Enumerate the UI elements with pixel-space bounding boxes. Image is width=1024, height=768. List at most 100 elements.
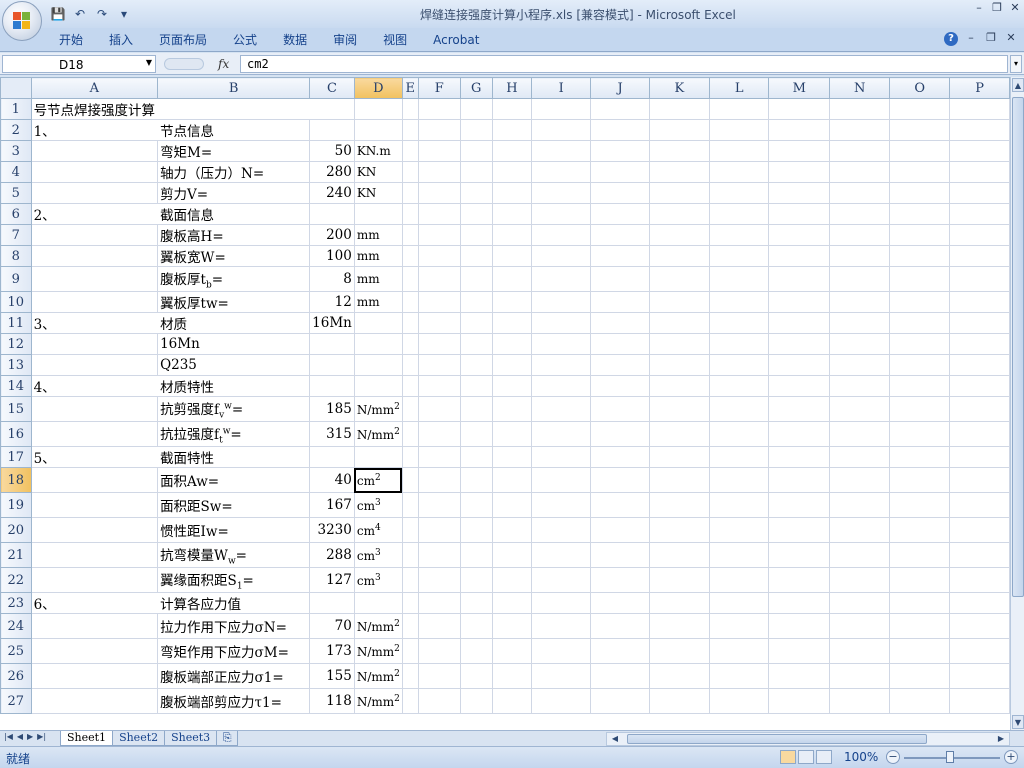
minimize-button[interactable]: – <box>972 2 986 16</box>
cell-d[interactable]: cm3 <box>353 567 403 593</box>
cell-j[interactable] <box>590 542 650 568</box>
cell-b[interactable]: 剪力V= <box>157 182 311 204</box>
cell-e[interactable] <box>401 375 419 397</box>
cell-g[interactable] <box>459 119 493 141</box>
cell-h[interactable] <box>491 638 533 664</box>
cell-p[interactable] <box>949 354 1010 376</box>
cell-l[interactable] <box>708 161 770 183</box>
cell-l[interactable] <box>708 98 770 120</box>
cell-m[interactable] <box>768 592 831 614</box>
cell-o[interactable] <box>889 638 951 664</box>
cell-k[interactable] <box>648 98 710 120</box>
row-header[interactable]: 16 <box>0 421 32 447</box>
cell-b[interactable]: 翼板宽W= <box>157 245 311 267</box>
cell-f[interactable] <box>417 98 461 120</box>
cell-m[interactable] <box>768 567 831 593</box>
cell-l[interactable] <box>708 182 770 204</box>
cell-n[interactable] <box>829 224 891 246</box>
cell-p[interactable] <box>949 98 1010 120</box>
column-header-p[interactable]: P <box>949 77 1010 99</box>
cell-p[interactable] <box>949 542 1010 568</box>
scroll-left-icon[interactable]: ◀ <box>609 733 621 745</box>
cell-n[interactable] <box>829 567 891 593</box>
cell-d[interactable]: mm <box>353 266 403 292</box>
cell-n[interactable] <box>829 446 891 468</box>
cell-l[interactable] <box>708 312 770 334</box>
cell-j[interactable] <box>590 421 650 447</box>
cell-g[interactable] <box>459 245 493 267</box>
help-icon[interactable]: ? <box>944 32 958 46</box>
cell-g[interactable] <box>459 333 493 355</box>
cell-d[interactable]: N/mm2 <box>353 638 403 664</box>
cell-m[interactable] <box>768 467 831 493</box>
cell-d[interactable] <box>353 98 403 120</box>
cell-n[interactable] <box>829 354 891 376</box>
row-header[interactable]: 24 <box>0 613 32 639</box>
cell-n[interactable] <box>829 375 891 397</box>
cell-l[interactable] <box>708 567 770 593</box>
cell-h[interactable] <box>491 182 533 204</box>
cell-d[interactable]: mm <box>353 245 403 267</box>
cell-k[interactable] <box>648 203 710 225</box>
cell-h[interactable] <box>491 291 533 313</box>
cell-n[interactable] <box>829 182 891 204</box>
cell-g[interactable] <box>459 638 493 664</box>
row-header[interactable]: 5 <box>0 182 32 204</box>
cell-m[interactable] <box>768 638 831 664</box>
cell-j[interactable] <box>590 467 650 493</box>
cell-j[interactable] <box>590 396 650 422</box>
cell-f[interactable] <box>417 266 461 292</box>
cell-m[interactable] <box>768 375 831 397</box>
cell-a[interactable] <box>30 492 159 518</box>
cell-p[interactable] <box>949 312 1010 334</box>
cell-k[interactable] <box>648 182 710 204</box>
cell-g[interactable] <box>459 542 493 568</box>
cell-a[interactable] <box>30 688 159 714</box>
cell-i[interactable] <box>531 638 592 664</box>
cell-o[interactable] <box>889 492 951 518</box>
cell-i[interactable] <box>531 613 592 639</box>
cell-e[interactable] <box>401 203 419 225</box>
cell-p[interactable] <box>949 492 1010 518</box>
cell-f[interactable] <box>417 567 461 593</box>
cell-h[interactable] <box>491 98 533 120</box>
cell-b[interactable]: 截面特性 <box>157 446 311 468</box>
row-header[interactable]: 13 <box>0 354 32 376</box>
cell-d[interactable]: KN.m <box>353 140 403 162</box>
scroll-right-icon[interactable]: ▶ <box>995 733 1007 745</box>
row-header[interactable]: 4 <box>0 161 32 183</box>
cell-e[interactable] <box>401 291 419 313</box>
cell-e[interactable] <box>401 119 419 141</box>
cell-k[interactable] <box>648 245 710 267</box>
cell-n[interactable] <box>829 638 891 664</box>
scroll-down-icon[interactable]: ▼ <box>1012 715 1024 729</box>
cell-i[interactable] <box>531 396 592 422</box>
cell-k[interactable] <box>648 312 710 334</box>
cell-a[interactable]: 4、 <box>30 375 158 397</box>
column-header-l[interactable]: L <box>708 77 770 99</box>
cell-p[interactable] <box>949 266 1010 292</box>
cell-o[interactable] <box>889 245 951 267</box>
cell-e[interactable] <box>401 161 419 183</box>
cell-a[interactable] <box>30 354 159 376</box>
cell-j[interactable] <box>590 161 650 183</box>
cell-h[interactable] <box>491 266 533 292</box>
cell-b[interactable]: 腹板高H= <box>157 224 311 246</box>
cell-o[interactable] <box>889 312 951 334</box>
cell-a[interactable]: 2、 <box>30 203 158 225</box>
cell-e[interactable] <box>401 542 419 568</box>
cell-o[interactable] <box>889 266 951 292</box>
cell-l[interactable] <box>708 467 770 493</box>
cell-j[interactable] <box>590 140 650 162</box>
cell-o[interactable] <box>889 613 951 639</box>
cell-h[interactable] <box>491 421 533 447</box>
cell-c[interactable]: 185 <box>309 396 355 422</box>
cell-h[interactable] <box>491 542 533 568</box>
cell-b[interactable]: 面积距Sw= <box>157 492 311 518</box>
cell-p[interactable] <box>949 224 1010 246</box>
cell-c[interactable]: 118 <box>309 688 355 714</box>
cell-f[interactable] <box>417 333 461 355</box>
cell-l[interactable] <box>708 354 770 376</box>
cell-a[interactable] <box>30 182 159 204</box>
cell-b[interactable]: 抗弯模量Ww= <box>157 542 311 568</box>
